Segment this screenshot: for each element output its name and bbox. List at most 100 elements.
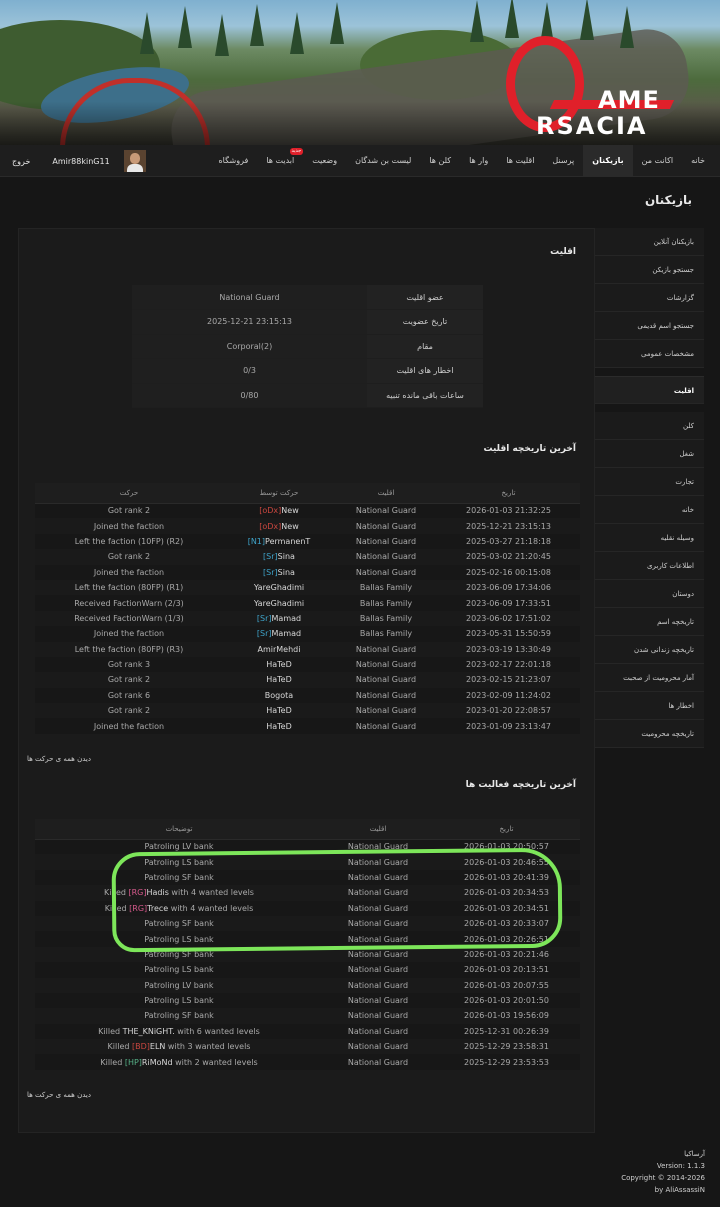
sidebar-item[interactable]: جستجو بازیکن xyxy=(595,256,704,284)
sidebar-item[interactable]: وسیله نقلیه xyxy=(595,524,704,552)
description-text: with 6 wanted levels xyxy=(174,1026,260,1036)
see-all-faction-link[interactable]: دیدن همه ی حرکت ها xyxy=(27,755,91,763)
logout-link[interactable]: خروج xyxy=(12,157,30,166)
sidebar-item[interactable]: اطلاعات کاربری xyxy=(595,552,704,580)
nav-item[interactable]: وار ها xyxy=(460,145,497,177)
faction-cell[interactable]: National Guard xyxy=(323,977,433,993)
player-name-link[interactable]: Mamad xyxy=(272,614,302,623)
faction-cell[interactable]: National Guard xyxy=(323,962,433,978)
sidebar-item[interactable]: گزارشات xyxy=(595,284,704,312)
nav-item[interactable]: لیست بن شدگان xyxy=(346,145,420,177)
faction-cell[interactable]: National Guard xyxy=(335,687,437,704)
nav-item[interactable]: اقلیت ها xyxy=(497,145,543,177)
faction-cell[interactable]: National Guard xyxy=(323,1039,433,1055)
sidebar-item[interactable]: تاریخچه محرومیت xyxy=(595,720,704,748)
sidebar-item-active[interactable]: اقلیت xyxy=(595,376,704,404)
sidebar-item[interactable]: کلن xyxy=(595,412,704,440)
player-name-link[interactable]: ELN xyxy=(150,1042,166,1051)
faction-cell[interactable]: National Guard xyxy=(335,641,437,657)
faction-info-value: Corporal(2) xyxy=(132,334,367,359)
date-cell: 2025-02-16 00:15:08 xyxy=(437,564,580,580)
faction-cell[interactable]: National Guard xyxy=(323,992,433,1009)
player-name-link[interactable]: AmirMehdi xyxy=(258,645,301,654)
sidebar-item[interactable]: تاریخچه زندانی شدن xyxy=(595,636,704,664)
sidebar-item[interactable]: آمار محرومیت از صحبت xyxy=(595,664,704,692)
faction-info-value: 0/80 xyxy=(132,383,367,408)
sidebar-item[interactable]: مشخصات عمومی xyxy=(595,340,704,368)
nav-item[interactable]: کلن ها xyxy=(420,145,460,177)
faction-cell[interactable]: National Guard xyxy=(335,703,437,719)
sidebar-item[interactable]: دوستان xyxy=(595,580,704,608)
faction-cell[interactable]: Ballas Family xyxy=(335,579,437,596)
faction-cell[interactable]: National Guard xyxy=(335,564,437,580)
date-cell: 2023-01-20 22:08:57 xyxy=(437,703,580,719)
faction-cell[interactable]: National Guard xyxy=(323,1023,433,1040)
player-name-link[interactable]: RiMoNd xyxy=(142,1058,173,1067)
faction-cell[interactable]: Ballas Family xyxy=(335,626,437,642)
nav-item[interactable]: فروشگاه xyxy=(209,145,257,177)
footer-version: Version: 1.1.3 xyxy=(656,1162,705,1170)
sidebar-item[interactable]: جستجو اسم قدیمی xyxy=(595,312,704,340)
player-name-link[interactable]: YareGhadimi xyxy=(254,583,304,592)
faction-cell[interactable]: National Guard xyxy=(323,1008,433,1024)
faction-cell[interactable]: National Guard xyxy=(335,656,437,673)
player-name-link[interactable]: Sina xyxy=(278,552,295,561)
sidebar-item[interactable]: تجارت xyxy=(595,468,704,496)
col-description: توضیحات xyxy=(35,819,323,840)
player-name-link[interactable]: THE_KNiGHT. xyxy=(123,1027,175,1036)
nav-item[interactable]: خانه xyxy=(682,145,714,177)
player-name-link[interactable]: Bogota xyxy=(265,691,293,700)
player-name-link[interactable]: PermanenT xyxy=(265,537,310,546)
faction-cell[interactable]: Ballas Family xyxy=(335,595,437,611)
by-cell: AmirMehdi xyxy=(223,641,335,657)
table-row: Got rank 2 [oDx]New National Guard 2026-01-… xyxy=(35,503,580,519)
faction-cell[interactable]: National Guard xyxy=(323,1054,433,1070)
faction-info-key: ساعات باقی مانده تنبیه xyxy=(367,383,483,408)
nav-item-label: وضعیت xyxy=(312,156,338,165)
nav-menu: خانه اکانت من بازیکنان پرسنل اقلیت ها وار ها ک… xyxy=(209,145,714,177)
user-avatar[interactable] xyxy=(123,150,146,172)
sidebar-item[interactable]: خانه xyxy=(595,496,704,524)
faction-cell[interactable]: National Guard xyxy=(335,672,437,688)
player-name-link[interactable]: HaTeD xyxy=(266,675,292,684)
activity-history-title: آخرین تاریخچه فعالیت ها xyxy=(465,780,576,790)
player-name-link[interactable]: HaTeD xyxy=(266,722,292,731)
faction-cell[interactable]: National Guard xyxy=(335,718,437,734)
faction-cell[interactable]: Ballas Family xyxy=(335,610,437,627)
by-cell: HaTeD xyxy=(223,656,335,673)
table-row: Left the faction (80FP) (R1) YareGhadimi B… xyxy=(35,579,580,596)
player-name-link[interactable]: New xyxy=(281,522,298,531)
player-name-link[interactable]: HaTeD xyxy=(266,660,292,669)
faction-cell[interactable]: National Guard xyxy=(335,503,437,519)
faction-cell[interactable]: National Guard xyxy=(335,549,437,565)
faction-cell[interactable]: National Guard xyxy=(335,533,437,550)
see-all-activity-link[interactable]: دیدن همه ی حرکت ها xyxy=(27,1091,91,1099)
player-name-link[interactable]: New xyxy=(281,506,298,515)
description-text: with 3 wanted levels xyxy=(165,1042,251,1052)
by-cell: Bogota xyxy=(223,687,335,704)
table-row: Killed [BD]ELN with 3 wanted levels Natio… xyxy=(35,1039,580,1055)
table-row: Got rank 2 HaTeD National Guard 2023-02-15 … xyxy=(35,672,580,688)
player-name-link[interactable]: Sina xyxy=(278,568,295,577)
sidebar-item[interactable]: شغل xyxy=(595,440,704,468)
sidebar-item[interactable]: تاریخچه اسم xyxy=(595,608,704,636)
nav-item[interactable]: اکانت من xyxy=(633,145,682,177)
nav-item[interactable]: ابدیت ها جدید xyxy=(257,145,304,177)
table-row: Joined the faction [Sr]Mamad Ballas Family… xyxy=(35,626,580,642)
player-name-link[interactable]: YareGhadimi xyxy=(254,599,304,608)
sidebar-item[interactable]: بازیکنان آنلاین xyxy=(595,228,704,256)
green-highlight-annotation xyxy=(111,847,563,953)
sidebar-item[interactable]: اخطار ها xyxy=(595,692,704,720)
footer-site-name[interactable]: آرساکیا xyxy=(621,1148,705,1160)
faction-cell[interactable]: National Guard xyxy=(335,518,437,534)
nav-item[interactable]: بازیکنان xyxy=(583,145,633,177)
nav-item[interactable]: وضعیت xyxy=(303,145,346,177)
player-name-link[interactable]: HaTeD xyxy=(266,706,292,715)
player-name-link[interactable]: Mamad xyxy=(272,629,302,638)
nav-item[interactable]: پرسنل xyxy=(543,145,583,177)
description-cell: Patroling SF bank xyxy=(35,1008,323,1024)
username-link[interactable]: Amir88kinG11 xyxy=(52,157,109,166)
date-cell: 2025-12-29 23:53:53 xyxy=(433,1054,580,1070)
date-cell: 2023-06-02 17:51:02 xyxy=(437,610,580,627)
site-logo[interactable]: AME RSACIA xyxy=(498,30,708,140)
